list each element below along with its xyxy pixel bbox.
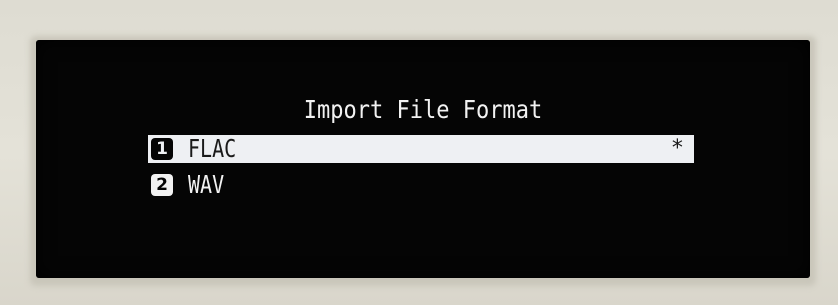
screen-title: Import File Format [303, 95, 543, 124]
item-number-badge: 1 [151, 138, 173, 160]
lcd-display: Import File Format 1 FLAC * 2 WAV [36, 40, 810, 278]
menu-item-flac[interactable]: 1 FLAC * [148, 135, 694, 163]
selected-marker-icon: * [670, 136, 684, 161]
menu-item-label: WAV [188, 170, 225, 199]
menu-item-wav[interactable]: 2 WAV [148, 171, 694, 199]
menu-item-label: FLAC [188, 134, 237, 163]
item-number-badge: 2 [151, 174, 173, 196]
